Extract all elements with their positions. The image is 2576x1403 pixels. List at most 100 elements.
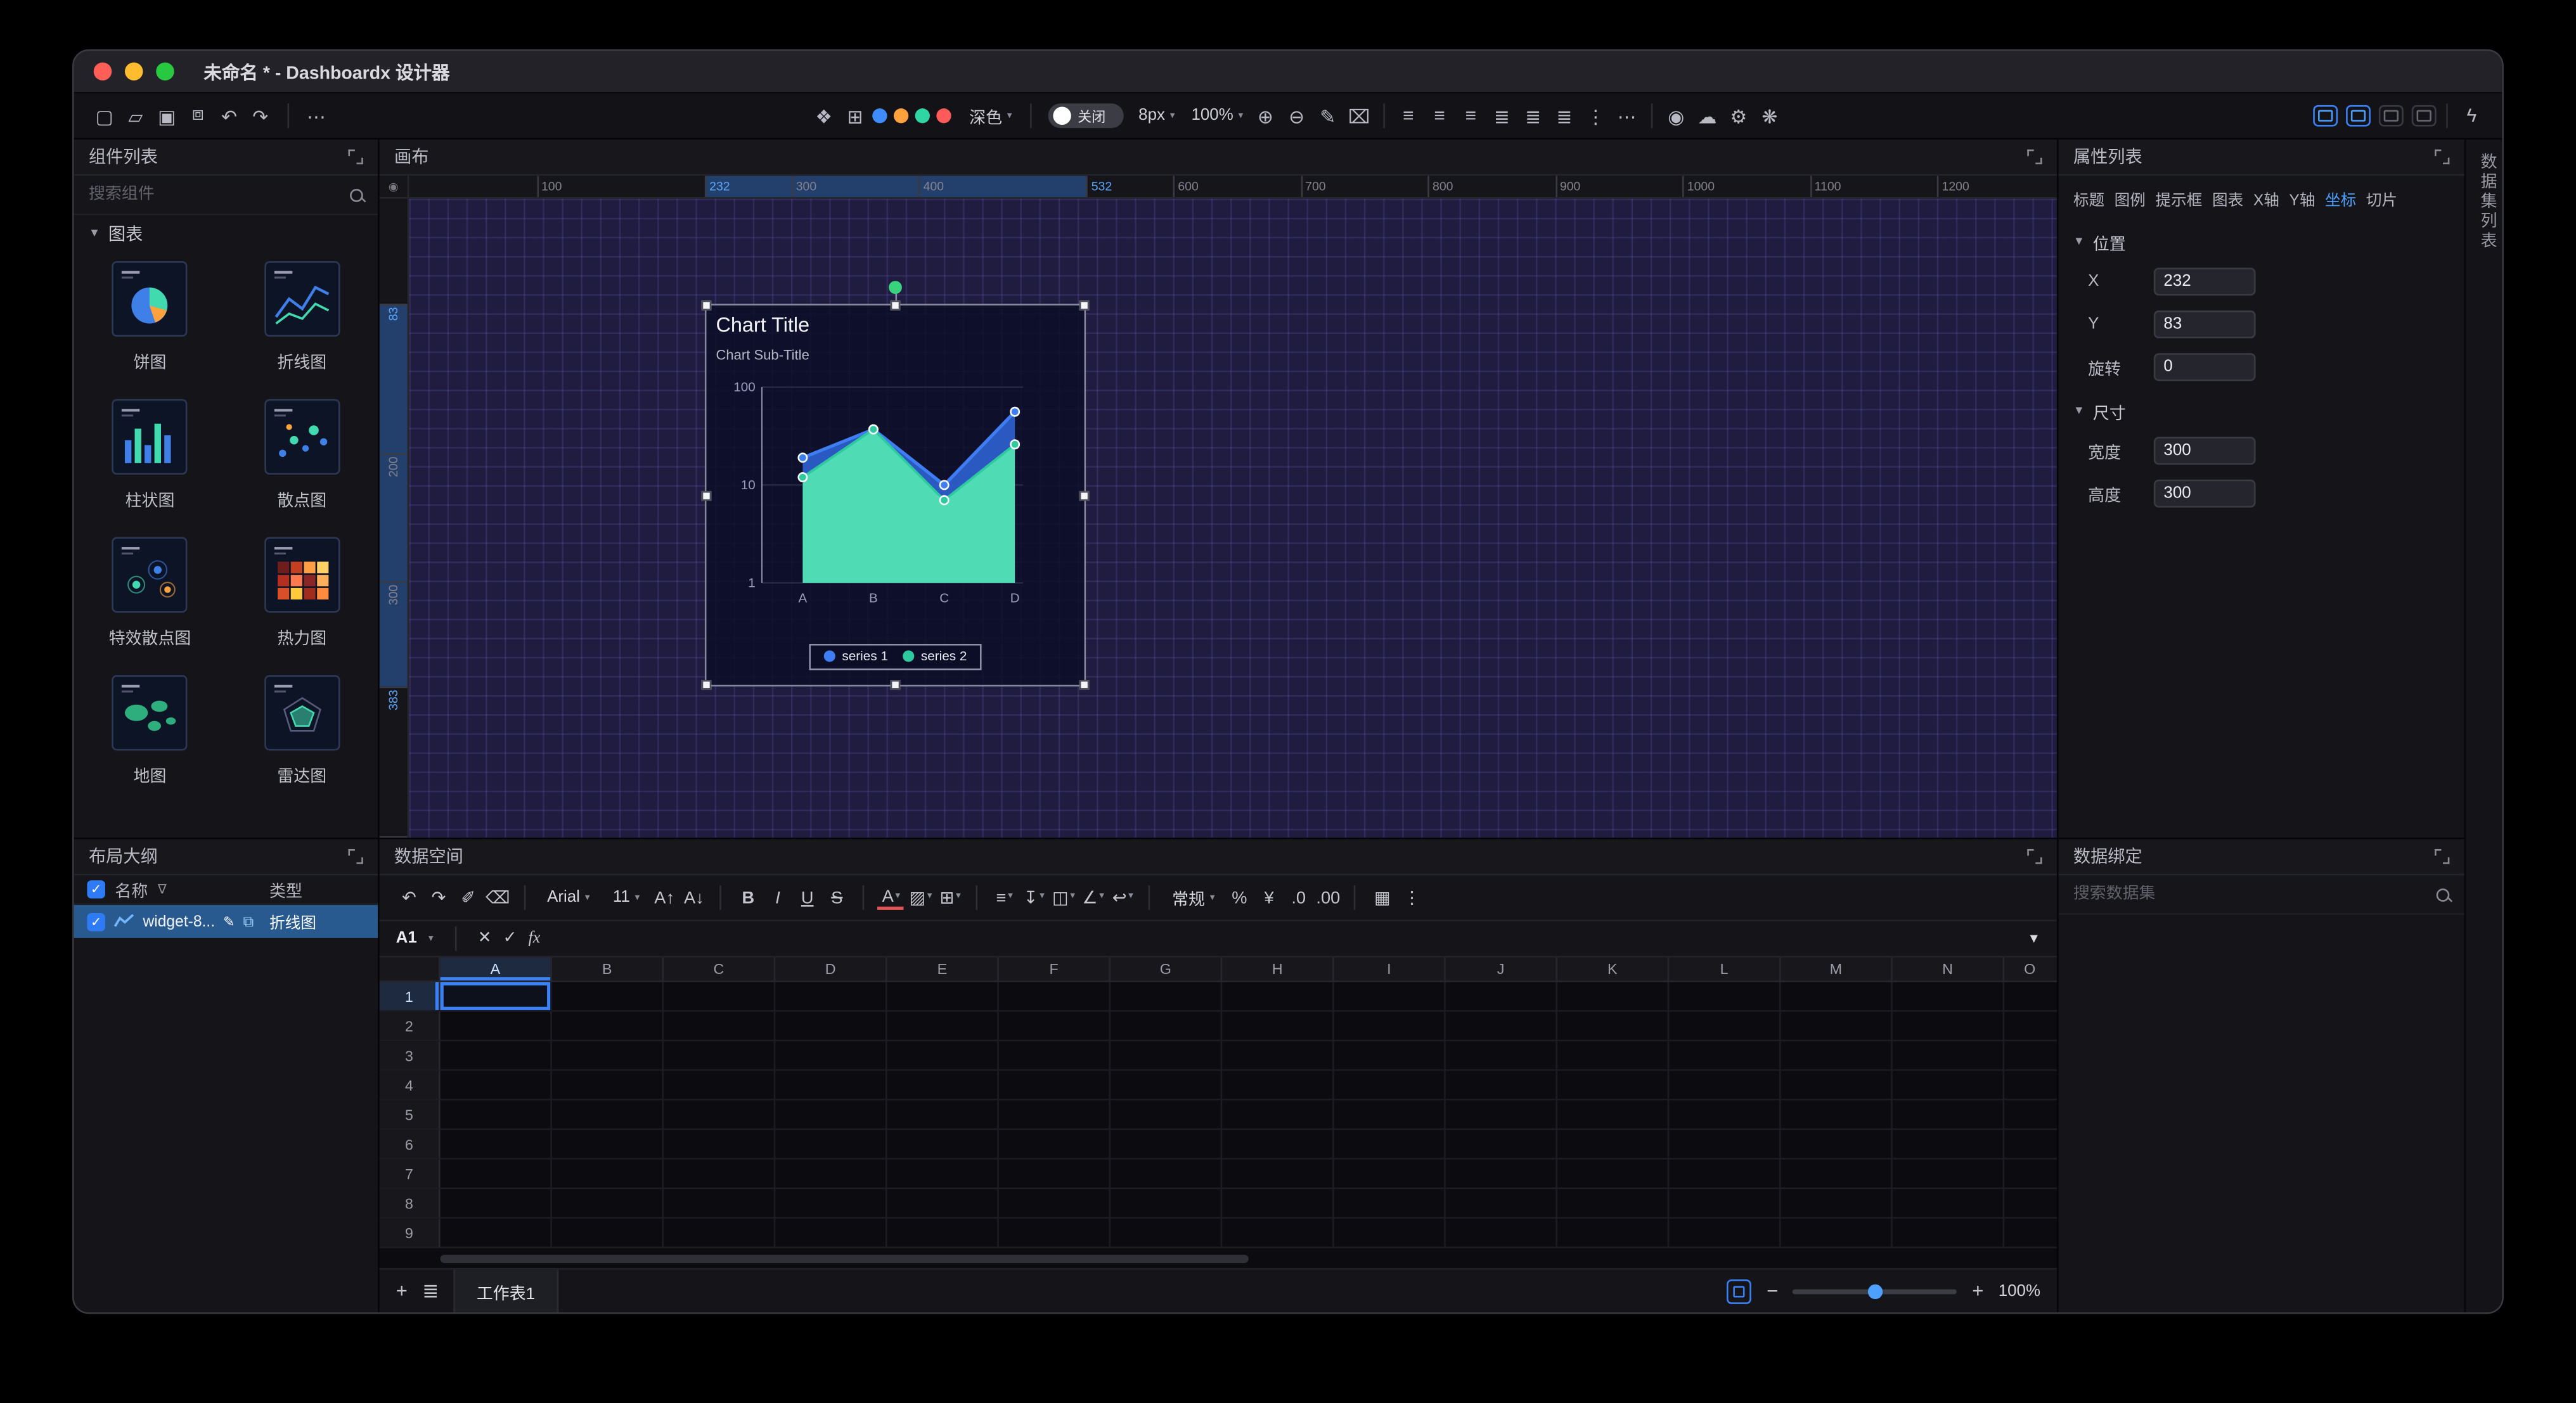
toggle-property-panel[interactable] xyxy=(2379,105,2404,127)
filter-icon[interactable]: ∇ xyxy=(158,882,167,897)
cell-B3[interactable] xyxy=(552,1041,664,1071)
cell-G8[interactable] xyxy=(1111,1189,1222,1219)
cell-B7[interactable] xyxy=(552,1160,664,1189)
cell-J5[interactable] xyxy=(1446,1101,1557,1131)
column-header-I[interactable]: I xyxy=(1334,958,1446,980)
cell-K7[interactable] xyxy=(1557,1160,1669,1189)
expand-icon[interactable] xyxy=(2435,150,2449,164)
column-header-L[interactable]: L xyxy=(1669,958,1781,980)
minimize-button[interactable] xyxy=(125,62,143,80)
row-header-4[interactable]: 4 xyxy=(380,1071,441,1101)
cancel-entry-icon[interactable]: ✕ xyxy=(478,930,492,948)
section-header[interactable]: ▼位置 xyxy=(2059,223,2464,259)
cell-E6[interactable] xyxy=(887,1130,999,1160)
column-header-F[interactable]: F xyxy=(999,958,1111,980)
cell-D9[interactable] xyxy=(775,1219,887,1248)
cell-F5[interactable] xyxy=(999,1101,1111,1131)
cell-E4[interactable] xyxy=(887,1071,999,1101)
expand-icon[interactable] xyxy=(2435,849,2449,864)
cell-B4[interactable] xyxy=(552,1071,664,1101)
open-folder-icon[interactable]: ▱ xyxy=(122,101,150,131)
cell-A5[interactable] xyxy=(441,1101,552,1131)
cell-A3[interactable] xyxy=(441,1041,552,1071)
cell-M8[interactable] xyxy=(1781,1189,1893,1219)
cell-J7[interactable] xyxy=(1446,1160,1557,1189)
cell-G2[interactable] xyxy=(1111,1012,1222,1042)
zoom-slider[interactable] xyxy=(1793,1288,1957,1293)
cell-H9[interactable] xyxy=(1222,1219,1334,1248)
cell-G6[interactable] xyxy=(1111,1130,1222,1160)
cell-J1[interactable] xyxy=(1446,982,1557,1012)
zoom-in-button[interactable]: + xyxy=(1972,1279,1983,1302)
cell-A1[interactable] xyxy=(441,982,552,1012)
section-header[interactable]: ▼尺寸 xyxy=(2059,392,2464,428)
save-as-icon[interactable]: ⧈ xyxy=(184,101,212,131)
cell-O8[interactable] xyxy=(2004,1189,2057,1219)
component-radar[interactable]: 雷达图 xyxy=(226,675,378,786)
x-input[interactable] xyxy=(2154,267,2256,295)
cell-C7[interactable] xyxy=(664,1160,775,1189)
zoom-button[interactable] xyxy=(156,62,174,80)
cell-C3[interactable] xyxy=(664,1041,775,1071)
cell-E7[interactable] xyxy=(887,1160,999,1189)
tab-图例[interactable]: 图例 xyxy=(2115,187,2146,210)
tab-提示框[interactable]: 提示框 xyxy=(2156,187,2203,210)
cell-L6[interactable] xyxy=(1669,1130,1781,1160)
cell-O9[interactable] xyxy=(2004,1219,2057,1248)
text-wrap-icon[interactable]: ↩▾ xyxy=(1110,883,1136,911)
column-header-A[interactable]: A xyxy=(441,958,552,980)
cell-M3[interactable] xyxy=(1781,1041,1893,1071)
align-top-icon[interactable]: ≣ xyxy=(1488,101,1516,131)
column-header-C[interactable]: C xyxy=(664,958,775,980)
cell-D5[interactable] xyxy=(775,1101,887,1131)
expand-icon[interactable] xyxy=(2027,150,2042,164)
grid-corner[interactable] xyxy=(380,958,441,980)
cell-L4[interactable] xyxy=(1669,1071,1781,1101)
outline-row[interactable]: ✓widget-8...✎⧉折线图 xyxy=(74,905,378,938)
theme-color-1[interactable] xyxy=(872,108,887,123)
row-checkbox[interactable]: ✓ xyxy=(87,913,105,931)
canvas-zoom-select[interactable]: 100%▾ xyxy=(1191,106,1243,125)
component-scatter[interactable]: 散点图 xyxy=(226,399,378,511)
cell-I4[interactable] xyxy=(1334,1071,1446,1101)
align-bottom-icon[interactable]: ≣ xyxy=(1550,101,1578,131)
tab-X轴[interactable]: X轴 xyxy=(2253,187,2279,210)
cell-C9[interactable] xyxy=(664,1219,775,1248)
cell-O4[interactable] xyxy=(2004,1071,2057,1101)
redo-icon[interactable]: ↷ xyxy=(247,101,274,131)
cell-K1[interactable] xyxy=(1557,982,1669,1012)
selection-handle[interactable] xyxy=(891,680,901,690)
sheet-list-button[interactable]: ≣ xyxy=(422,1279,439,1302)
sheet-tab[interactable]: 工作表1 xyxy=(454,1269,558,1312)
cell-I1[interactable] xyxy=(1334,982,1446,1012)
cell-L3[interactable] xyxy=(1669,1041,1781,1071)
cell-F4[interactable] xyxy=(999,1071,1111,1101)
cell-I5[interactable] xyxy=(1334,1101,1446,1131)
selection-handle[interactable] xyxy=(701,301,711,311)
number-format-select[interactable]: 常规▾ xyxy=(1172,885,1214,910)
column-header-J[interactable]: J xyxy=(1446,958,1557,980)
cell-B8[interactable] xyxy=(552,1189,664,1219)
font-select[interactable]: Arial▾ xyxy=(547,888,589,907)
zoom-in-icon[interactable]: ⊕ xyxy=(1251,101,1279,131)
cell-M2[interactable] xyxy=(1781,1012,1893,1042)
cell-H6[interactable] xyxy=(1222,1130,1334,1160)
cell-G1[interactable] xyxy=(1111,982,1222,1012)
theme-select[interactable]: 深色▾ xyxy=(969,103,1012,128)
cell-H2[interactable] xyxy=(1222,1012,1334,1042)
cell-J6[interactable] xyxy=(1446,1130,1557,1160)
cell-C1[interactable] xyxy=(664,982,775,1012)
cell-H7[interactable] xyxy=(1222,1160,1334,1189)
cell-G4[interactable] xyxy=(1111,1071,1222,1101)
cell-O2[interactable] xyxy=(2004,1012,2057,1042)
chevron-down-icon[interactable]: ▾ xyxy=(428,933,434,944)
close-button[interactable] xyxy=(94,62,112,80)
cell-E9[interactable] xyxy=(887,1219,999,1248)
selection-handle[interactable] xyxy=(1080,301,1090,311)
cell-F8[interactable] xyxy=(999,1189,1111,1219)
dataset-search-input[interactable] xyxy=(2073,885,2426,904)
cell-A2[interactable] xyxy=(441,1012,552,1042)
cell-M9[interactable] xyxy=(1781,1219,1893,1248)
cell-O7[interactable] xyxy=(2004,1160,2057,1189)
cell-I2[interactable] xyxy=(1334,1012,1446,1042)
